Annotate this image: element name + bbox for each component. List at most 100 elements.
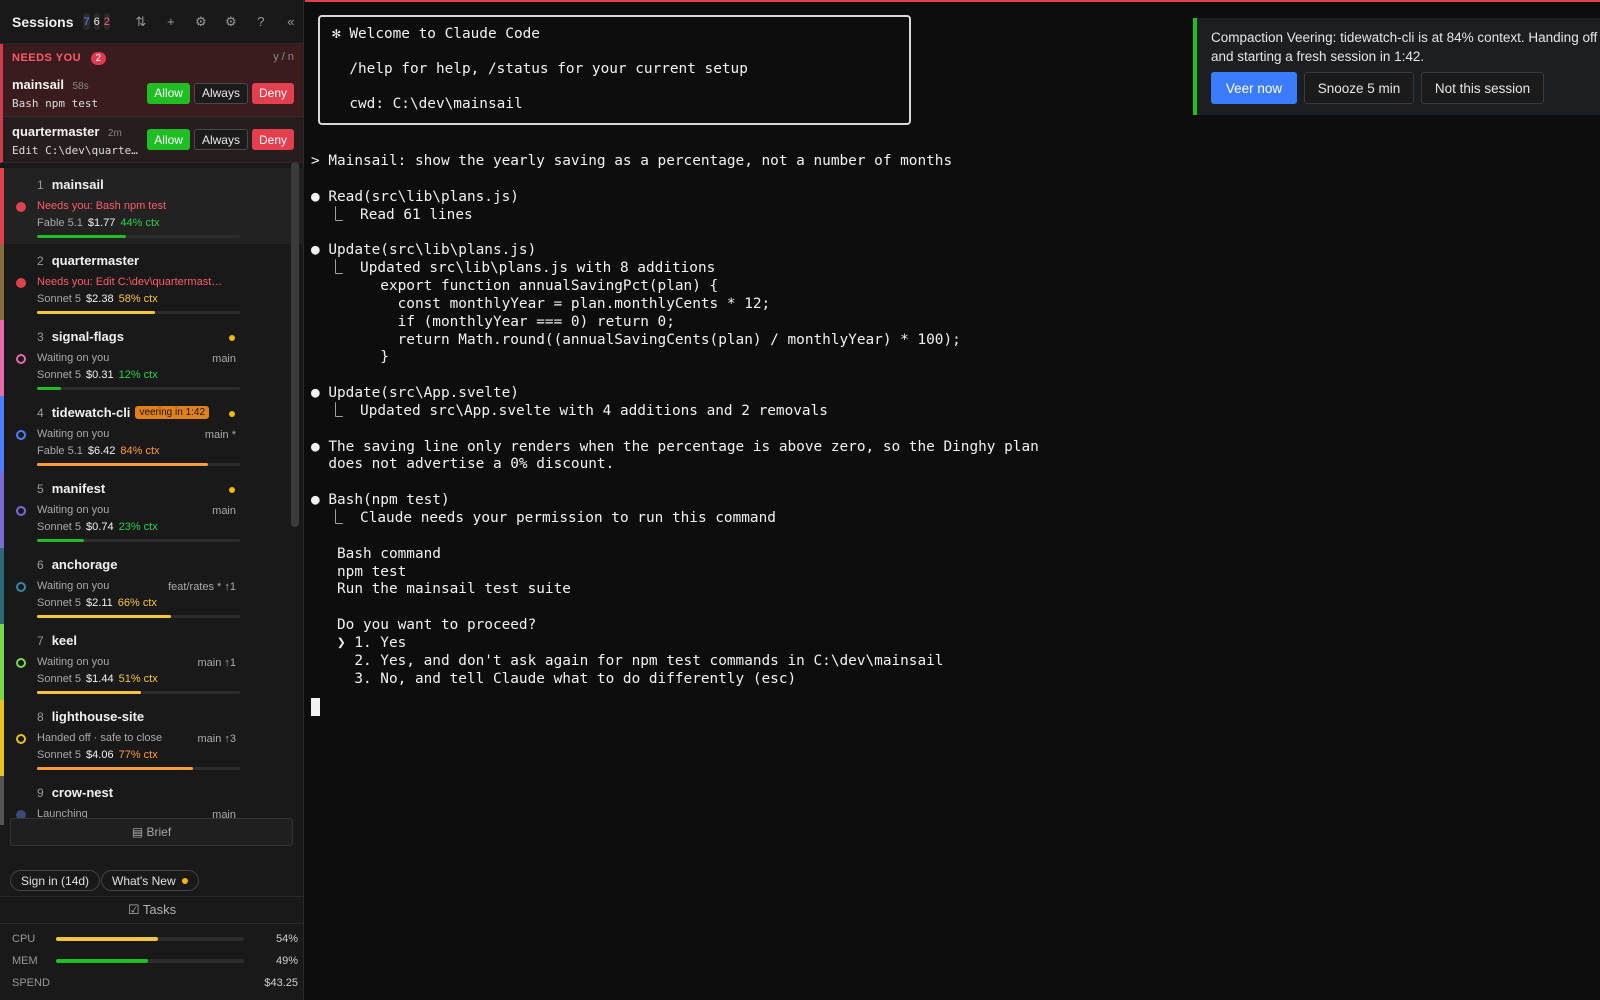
terminal-line: ❯ 1. Yes [311, 634, 407, 651]
brief-button[interactable]: ▤ Brief [10, 818, 293, 846]
add-icon[interactable]: + [156, 14, 186, 30]
sessions-sidebar: Sessions 7 6 2 ⇅ + ⚙ ⚙? « NEEDS YOU 2 y / n … [0, 0, 304, 1000]
terminal-line: ⎿ Updated src\lib\plans.js with 8 additi… [311, 260, 716, 277]
session-item[interactable]: 5 manifest Waiting on you main Sonnet 5 $0.74… [0, 472, 304, 548]
snooze-button[interactable]: Snooze 5 min [1304, 72, 1414, 104]
context-usage: 84% ctx [120, 445, 160, 457]
context-bar-fill [37, 615, 171, 618]
sort-icon[interactable]: ⇅ [126, 14, 156, 30]
context-bar-fill [37, 235, 127, 238]
session-number: 5 [37, 482, 44, 496]
sidebar-header: Sessions 7 6 2 ⇅ + ⚙ ⚙? « [0, 0, 303, 44]
terminal-line: does not advertise a 0% discount. [311, 456, 615, 473]
session-name: keel [51, 633, 77, 648]
session-title-row: 7 keel [37, 632, 238, 650]
terminal-line: } [311, 349, 389, 366]
request-session-name: mainsail [12, 77, 65, 92]
compaction-toast: Compaction Veering: tidewatch-cli is at … [1193, 18, 1600, 115]
not-this-session-button[interactable]: Not this session [1421, 72, 1544, 104]
session-status: Needs you: Edit C:\dev\quartermaster\src… [37, 276, 227, 288]
unread-dot-icon [229, 411, 235, 417]
session-title-row: 1 mainsail [37, 176, 238, 194]
session-list: 1 mainsail Needs you: Bash npm test Fable 5… [0, 168, 304, 825]
session-item[interactable]: 2 quartermaster Needs you: Edit C:\dev\qua… [0, 244, 304, 320]
session-number: 1 [37, 178, 44, 192]
session-name: mainsail [51, 177, 104, 192]
git-branch: main * [204, 429, 236, 441]
terminal-line: ● Read(src\lib\plans.js) [311, 188, 519, 205]
cpu-stat: CPU 54% [12, 931, 298, 947]
terminal-cursor [311, 698, 320, 716]
session-list-scrollbar[interactable] [291, 162, 299, 527]
session-title-row: 8 lighthouse-site [37, 708, 238, 726]
session-item[interactable]: 1 mainsail Needs you: Bash npm test Fable 5… [0, 168, 304, 244]
session-cost: $4.06 [86, 749, 114, 761]
session-status: Needs you: Bash npm test [37, 200, 167, 212]
terminal-line: if (monthlyYear === 0) return 0; [311, 313, 675, 330]
terminal-pane[interactable]: ✻ Welcome to Claude Code /help for help,… [305, 0, 1600, 1000]
session-cost: $1.77 [87, 217, 116, 229]
session-cost: $0.31 [86, 369, 114, 381]
tasks-button[interactable]: ☑ Tasks [0, 896, 304, 924]
deny-button[interactable]: Deny [251, 82, 294, 104]
sign-in-button[interactable]: Sign in (14d) [10, 870, 101, 891]
status-dot-icon [16, 278, 26, 288]
palette-icon[interactable]: ⚙ [186, 14, 216, 30]
deny-button[interactable]: Deny [251, 129, 294, 150]
session-item[interactable]: 3 signal-flags Waiting on you main Sonnet 5 $… [0, 320, 304, 396]
count-badge-total: 7 [83, 13, 90, 30]
mem-label: MEM [12, 955, 38, 967]
session-number: 7 [37, 634, 44, 648]
whats-new-button[interactable]: What's New [101, 870, 199, 891]
veer-now-button[interactable]: Veer now [1211, 72, 1297, 104]
session-meta: Sonnet 5 $4.06 77% ctx [37, 749, 238, 761]
session-meta: Sonnet 5 $2.38 58% ctx [37, 293, 238, 305]
session-number: 9 [37, 786, 44, 800]
always-button[interactable]: Always [193, 129, 248, 150]
needs-you-count: 2 [90, 52, 107, 65]
git-branch: main [212, 505, 236, 517]
welcome-box: ✻ Welcome to Claude Code /help for help,… [318, 15, 911, 125]
session-item[interactable]: 6 anchorage Waiting on you feat/rates * ↑1 S… [0, 548, 304, 624]
session-item[interactable]: 7 keel Waiting on you main ↑1 Sonnet 5 $1.44 5… [0, 624, 304, 700]
header-icons: ⇅ + ⚙ ⚙? « [126, 14, 306, 30]
always-button[interactable]: Always [193, 82, 248, 104]
terminal-line: Run the mainsail test suite [311, 581, 571, 598]
veering-badge: veering in 1:42 [135, 406, 210, 419]
session-number: 3 [37, 330, 44, 344]
help-icon[interactable]: ? [246, 14, 276, 30]
context-bar-fill [37, 311, 155, 314]
session-title-row: 4 tidewatch-cli veering in 1:42 [37, 404, 238, 422]
session-meta: Sonnet 5 $0.74 23% ctx [37, 521, 238, 533]
sign-in-label: Sign in (14d) [21, 873, 90, 888]
model-name: Sonnet 5 [37, 749, 82, 761]
request-age: 2m [107, 127, 122, 139]
context-bar [37, 767, 240, 770]
session-name: manifest [51, 481, 106, 496]
session-item[interactable]: 4 tidewatch-cli veering in 1:42 Waiting on … [0, 396, 304, 472]
session-item[interactable]: 8 lighthouse-site Handed off · safe to clo… [0, 700, 304, 776]
session-name: signal-flags [51, 329, 124, 344]
session-title-row: 2 quartermaster [37, 252, 238, 270]
unread-dot-icon [229, 487, 235, 493]
settings-icon[interactable]: ⚙ [216, 14, 246, 30]
unread-dot-icon [229, 335, 235, 341]
toast-message: Compaction Veering: tidewatch-cli is at … [1211, 30, 1598, 64]
spend-value: $43.25 [264, 977, 298, 989]
allow-button[interactable]: Allow [147, 129, 190, 150]
allow-button[interactable]: Allow [147, 82, 190, 104]
terminal-line: ● Update(src\App.svelte) [311, 385, 519, 402]
terminal-line: const monthlyYear = plan.monthlyCents * … [311, 295, 771, 312]
collapse-icon[interactable]: « [276, 14, 306, 30]
session-number: 6 [37, 558, 44, 572]
context-usage: 12% ctx [118, 369, 158, 381]
terminal-line: ● Bash(npm test) [311, 492, 450, 509]
terminal-line: export function annualSavingPct(plan) { [311, 277, 719, 294]
mem-stat: MEM 49% [12, 953, 298, 969]
context-bar [37, 539, 240, 542]
cpu-bar-fill [56, 937, 158, 941]
session-meta: Sonnet 5 $1.44 51% ctx [37, 673, 238, 685]
session-cost: $2.38 [86, 293, 114, 305]
permission-request: quartermaster 2m Edit C:\dev\quartermast… [3, 116, 303, 162]
context-usage: 44% ctx [120, 217, 160, 229]
